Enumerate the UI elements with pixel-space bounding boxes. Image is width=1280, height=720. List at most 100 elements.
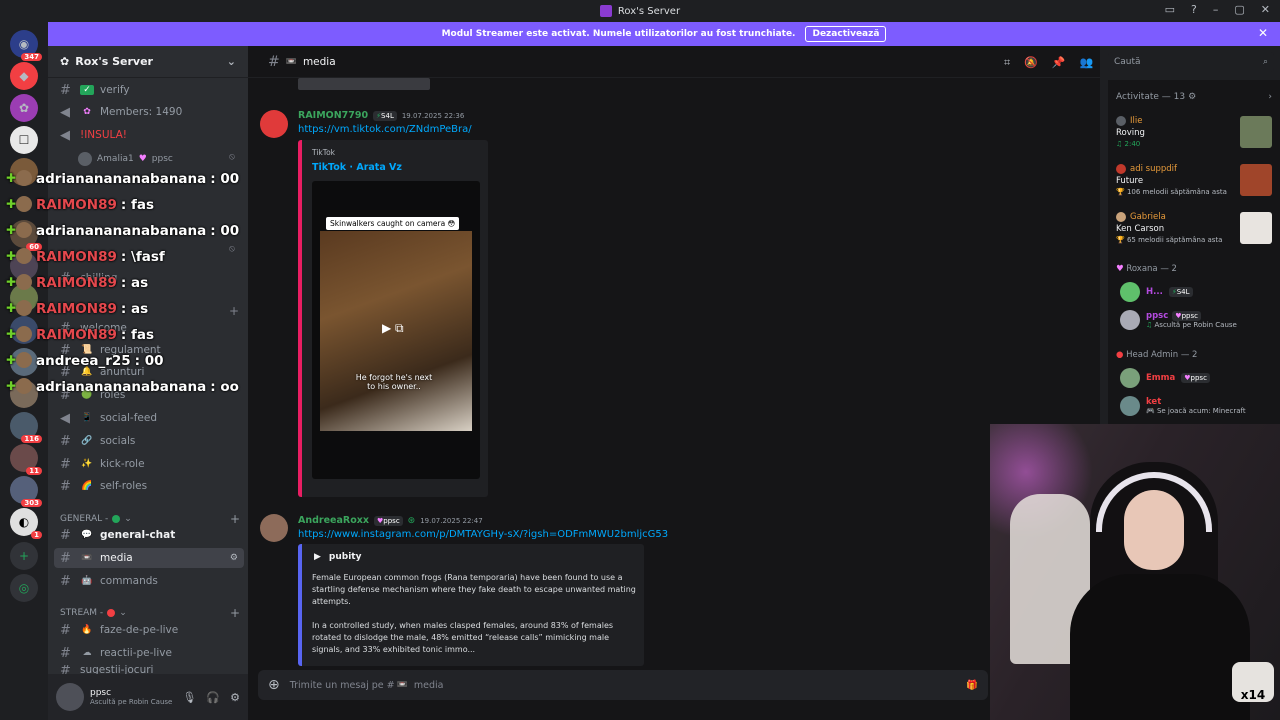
help-icon[interactable]: ? (1191, 3, 1197, 16)
message-author[interactable]: RAIMON7790 (298, 110, 368, 121)
play-icon[interactable]: ▶ ⧉ (382, 321, 404, 336)
avatar (1116, 116, 1126, 126)
server-icon[interactable]: 116 (10, 412, 42, 443)
channel-self-roles[interactable]: # 🌈 self-roles (54, 476, 244, 496)
activity-item[interactable]: Ilie Roving ♫ 2:40 (1116, 116, 1272, 148)
server-icon[interactable]: 11 (10, 444, 42, 475)
channel-social-feed[interactable]: ◀ 📱 social-feed (54, 408, 244, 428)
avatar[interactable] (56, 683, 84, 711)
minimize-icon[interactable]: – (1213, 3, 1219, 16)
activity-item[interactable]: adi suppdif Future 🏆 106 melodii săptămâ… (1116, 164, 1272, 196)
activity-header[interactable]: Activitate — 13 ⚙ › (1116, 92, 1272, 102)
overlay-chat-line: ✚ adriananananabanana: 00 (6, 222, 239, 240)
message-composer[interactable]: ⊕ Trimite un mesaj pe # 📼 media 🎁 (258, 670, 988, 700)
settings-gear-icon[interactable]: ⚙ (230, 691, 240, 704)
server-icon[interactable]: ◆ (10, 62, 38, 90)
user-tag: ♥ppsc (1172, 311, 1201, 321)
microphone-icon[interactable]: 🎙 (182, 691, 196, 704)
pin-icon[interactable]: 📌 (1052, 56, 1066, 70)
channel-kick-role[interactable]: # ✨ kick-role (54, 454, 244, 474)
chat-badge-icon: ✚ (6, 352, 32, 370)
close-window-icon[interactable]: ✕ (1261, 3, 1270, 16)
trophy-icon: 🏆 (1116, 236, 1125, 244)
member-list-icon[interactable]: 👥 (1080, 56, 1094, 70)
channel-media[interactable]: # 📼 media ⚙ (54, 548, 244, 568)
role-header: ♥ Roxana — 2 (1116, 264, 1177, 274)
channel-verify[interactable]: # ✓ verify (54, 80, 244, 100)
user-tag: ♥ppsc (374, 515, 403, 526)
category-label: STREAM - (60, 608, 104, 618)
overlay-chat-line: ✚ adriananananabanana: oo (6, 378, 239, 396)
disable-streamer-button[interactable]: Dezactivează (805, 26, 887, 42)
message-timestamp: 19.07.2025 22:36 (401, 111, 465, 120)
headphones-icon[interactable]: 🎧 (206, 691, 220, 704)
channel-settings-icon[interactable]: ⚙ (230, 553, 238, 563)
channel-header: # 📼 media (248, 46, 1100, 78)
add-channel-icon[interactable]: + (230, 606, 240, 620)
channel-insula[interactable]: ◀ !INSULA! (54, 125, 244, 145)
discover-icon[interactable]: ◎ (10, 574, 38, 602)
message-author[interactable]: AndreeaRoxx (298, 515, 369, 526)
user-tag: ⚡S4L (1168, 287, 1193, 297)
server-icon[interactable]: 303 (10, 476, 42, 507)
header-tools: ⌗ 🔕 📌 👥 (1004, 56, 1093, 70)
activity-title: Activitate — 13 (1116, 92, 1186, 102)
home-button[interactable]: ◉ 347 (10, 30, 42, 61)
channel-socials[interactable]: # 🔗 socials (54, 431, 244, 451)
avatar[interactable] (260, 110, 288, 138)
chat-badge-icon: ✚ (6, 378, 32, 396)
member-item[interactable]: Emma ♥ppsc (1120, 368, 1210, 388)
channel-commands[interactable]: # 🤖 commands (54, 571, 244, 591)
mention-badge: 11 (26, 467, 42, 475)
album-cover (1240, 116, 1272, 148)
role-icon: ● (1116, 350, 1124, 360)
inbox-icon[interactable]: ▭ (1165, 3, 1175, 16)
category-stream[interactable]: STREAM - ⌄ + (60, 606, 240, 620)
threads-icon[interactable]: ⌗ (1004, 56, 1010, 70)
avatar (1116, 212, 1126, 222)
overlay-chat-line: ✚ andreea_r25: 00 (6, 352, 164, 370)
video-player[interactable]: Skinwalkers caught on camera 😳 ▶ ⧉ He fo… (312, 181, 480, 479)
music-note-icon: ♫ (1116, 140, 1123, 148)
close-banner-icon[interactable]: ✕ (1258, 26, 1268, 40)
member-name: H... (1146, 287, 1163, 297)
server-icon[interactable]: ☐ (10, 126, 38, 154)
channel-faze-de-pe-live[interactable]: # 🔥 faze-de-pe-live (54, 620, 244, 640)
channel-general-chat[interactable]: # 💬 general-chat (54, 525, 244, 545)
overlay-chat-text: : oo (210, 379, 239, 395)
voice-user[interactable]: Amalia1 ♥ ppsc (78, 152, 173, 166)
search-input[interactable]: Caută ⌕ (1108, 52, 1274, 72)
window-title-text: Rox's Server (617, 5, 681, 17)
channel-members-count[interactable]: ◀ ✿ Members: 1490 (54, 102, 244, 122)
message-link[interactable]: https://vm.tiktok.com/ZNdmPeBra/ (298, 124, 472, 135)
tiktok-embed: TikTok TikTok · Arata Vz Skinwalkers cau… (298, 140, 488, 497)
add-channel-icon[interactable]: + (229, 304, 239, 318)
chat-badge-icon: ✚ (6, 222, 32, 240)
channel-reactii-pe-live[interactable]: # ☁ reactii-pe-live (54, 643, 244, 663)
banner-text: Modul Streamer este activat. Numele util… (441, 29, 796, 39)
member-item[interactable]: H... ⚡S4L (1120, 282, 1193, 302)
add-channel-icon[interactable]: + (230, 512, 240, 526)
server-header[interactable]: ✿ Rox's Server ⌄ (48, 46, 248, 78)
avatar[interactable] (260, 514, 288, 542)
flower-icon: ✿ (83, 107, 91, 117)
add-server-icon[interactable]: + (10, 542, 38, 570)
channel-label: self-roles (100, 480, 148, 492)
embed-title[interactable]: TikTok · Arata Vz (312, 162, 402, 173)
message-link[interactable]: https://www.instagram.com/p/DMTAYGHy-sX/… (298, 529, 668, 540)
overlay-chat-user: adriananananabanana (36, 171, 207, 187)
server-icon[interactable]: ✿ (10, 94, 38, 122)
add-attachment-icon[interactable]: ⊕ (268, 677, 280, 693)
member-item[interactable]: ket 🎮 Se joacă acum: Minecraft (1120, 396, 1246, 416)
maximize-icon[interactable]: ▢ (1234, 3, 1244, 16)
activity-item[interactable]: Gabriela Ken Carson 🏆 65 melodii săptămâ… (1116, 212, 1272, 244)
embed-provider: TikTok (312, 148, 336, 157)
category-general[interactable]: GENERAL - ⌄ + (60, 512, 240, 526)
member-name: ppsc (1146, 311, 1169, 321)
chat-badge-icon: ✚ (6, 248, 32, 266)
notification-bell-icon[interactable]: 🔕 (1024, 56, 1038, 70)
gift-icon[interactable]: 🎁 (966, 680, 978, 691)
hash-icon: # (60, 645, 71, 661)
server-icon[interactable]: ◐ 1 (10, 508, 42, 539)
member-item[interactable]: ppsc ♥ppsc ♫ Ascultă pe Robin Cause (1120, 310, 1237, 330)
